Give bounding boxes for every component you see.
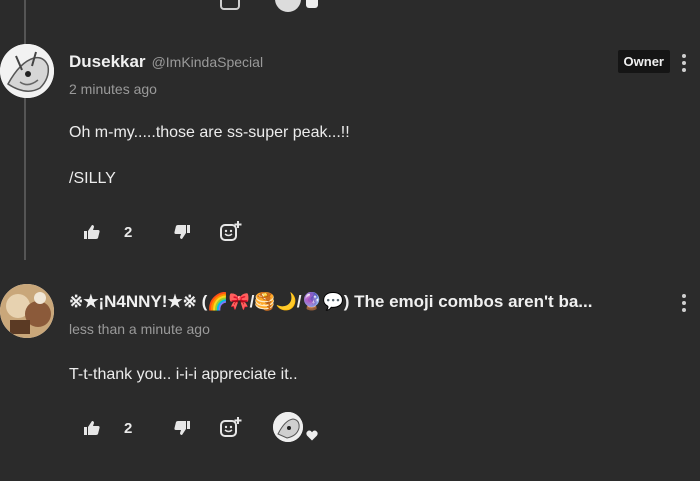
like-count: 2 (124, 420, 133, 437)
thumbs-down-icon[interactable] (174, 420, 190, 436)
reaction-avatar[interactable] (275, 0, 301, 12)
add-reaction-icon[interactable] (220, 0, 240, 10)
heart-icon (306, 428, 318, 446)
owner-badge: Owner (617, 50, 670, 73)
reaction-avatar[interactable] (273, 412, 303, 442)
avatar[interactable] (0, 44, 54, 98)
add-reaction-icon[interactable] (220, 220, 242, 242)
thumbs-up-icon[interactable] (84, 420, 100, 436)
timestamp: 2 minutes ago (69, 81, 157, 97)
timestamp: less than a minute ago (69, 321, 210, 337)
heart-icon (306, 0, 318, 8)
add-reaction-icon[interactable] (220, 416, 242, 438)
avatar[interactable] (0, 284, 54, 338)
author-handle[interactable]: @ImKindaSpecial (152, 54, 264, 70)
comment-header: ※★¡N4NNY!★※ (🌈🎀/🥞🌙/🔮💬) The emoji combos … (69, 290, 700, 314)
like-count: 2 (124, 224, 133, 241)
comment-text-line: /SILLY (69, 170, 116, 187)
comment-text-line: Oh m-my.....those are ss-super peak...!! (69, 124, 350, 141)
thumbs-down-icon[interactable] (174, 224, 190, 240)
thread-line (24, 0, 26, 260)
thumbs-up-icon[interactable] (84, 224, 100, 240)
more-vertical-icon[interactable] (682, 54, 686, 75)
more-vertical-icon[interactable] (682, 294, 686, 315)
comment-header: Dusekkar @ImKindaSpecial (69, 50, 700, 74)
comment-text-line: T-t-thank you.. i-i-i appreciate it.. (69, 366, 298, 383)
author-name[interactable]: Dusekkar (69, 52, 146, 72)
author-name[interactable]: ※★¡N4NNY!★※ (🌈🎀/🥞🌙/🔮💬) The emoji combos … (69, 292, 664, 312)
